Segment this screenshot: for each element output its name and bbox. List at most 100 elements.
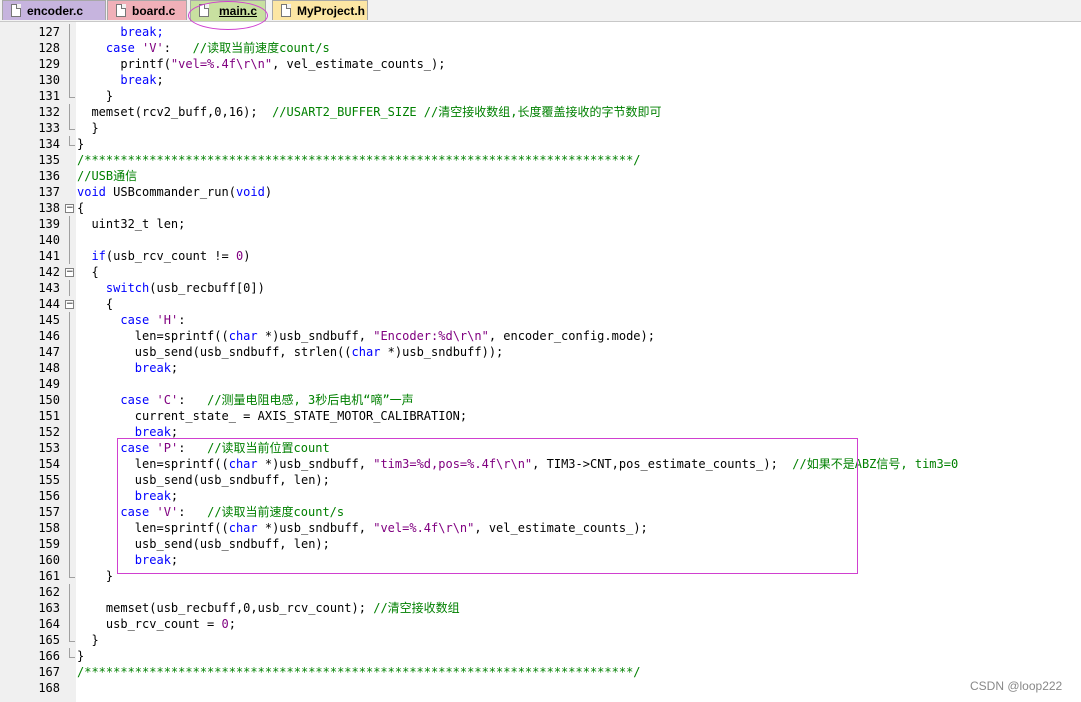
line-number: 130 [38, 73, 60, 87]
comment-token: //USART2_BUFFER_SIZE //清空接收数组,长度覆盖接收的字节数… [272, 105, 662, 119]
comment-token: //读取当前速度count/s [207, 505, 345, 519]
code-line: 164 usb_rcv_count = 0; [0, 616, 1081, 632]
line-number: 162 [38, 585, 60, 599]
code-token: , vel_estimate_counts_); [474, 521, 648, 535]
source-text: } [77, 120, 98, 136]
fold-guide-line [69, 552, 70, 568]
line-number: 156 [38, 489, 60, 503]
code-line: 153 case 'P': //读取当前位置count [0, 440, 1081, 456]
line-number: 149 [38, 377, 60, 391]
code-token: printf( [77, 57, 171, 71]
tab-encoder-c[interactable]: encoder.c [2, 0, 106, 20]
source-text: break; [77, 72, 163, 88]
fold-toggle-icon[interactable]: − [65, 300, 74, 309]
line-number: 138 [38, 201, 60, 215]
h-file-icon [281, 4, 291, 17]
source-text: { [77, 264, 98, 280]
code-token: } [77, 137, 85, 151]
line-number: 164 [38, 617, 60, 631]
code-token: } [77, 633, 99, 647]
source-text: len=sprintf((char *)usb_sndbuff, "tim3=%… [77, 456, 958, 472]
comment-token: //如果不是ABZ信号, tim3=0 [792, 457, 959, 471]
tab-myproject-h[interactable]: MyProject.h [272, 0, 368, 20]
line-number: 133 [38, 121, 60, 135]
code-token: ) [264, 185, 273, 199]
code-token: : [178, 441, 208, 455]
keyword-token: break; [77, 25, 164, 39]
code-line: 161 } [0, 568, 1081, 584]
line-number: 163 [38, 601, 60, 615]
code-token: : [178, 313, 186, 327]
line-number: 154 [38, 457, 60, 471]
fold-guide-line [69, 72, 70, 88]
fold-toggle-icon[interactable]: − [65, 204, 74, 213]
fold-guide-line [69, 344, 70, 360]
string-token: 'P' [156, 441, 179, 455]
code-token: : [163, 41, 193, 55]
string-token: "Encoder:%d\r\n" [373, 329, 489, 343]
code-token: len=sprintf(( [77, 457, 229, 471]
tab-main-c[interactable]: main.c [190, 0, 266, 21]
code-line: 127 break; [0, 24, 1081, 40]
code-token: { [77, 297, 114, 311]
code-token: , vel_estimate_counts_); [272, 57, 446, 71]
fold-guide-line [69, 104, 70, 120]
source-text: break; [77, 24, 164, 40]
tab-label: board.c [132, 4, 176, 18]
code-line: 163 memset(usb_recbuff,0,usb_rcv_count);… [0, 600, 1081, 616]
source-text: memset(usb_recbuff,0,usb_rcv_count); //清… [77, 600, 460, 616]
fold-guide-line [69, 616, 70, 632]
fold-guide-line [69, 584, 70, 600]
source-text: len=sprintf((char *)usb_sndbuff, "Encode… [77, 328, 655, 344]
fold-guide-line [69, 24, 70, 40]
keyword-token: char [351, 345, 381, 359]
line-number: 159 [38, 537, 60, 551]
code-token: : [178, 505, 208, 519]
code-token: ; [170, 425, 179, 439]
source-text: switch(usb_recbuff[0]) [77, 280, 265, 296]
keyword-token: void [77, 185, 106, 199]
line-number: 157 [38, 505, 60, 519]
line-number: 168 [38, 681, 60, 695]
fold-guide-line [69, 456, 70, 472]
tab-board-c[interactable]: board.c [107, 0, 187, 20]
fold-toggle-icon[interactable]: − [65, 268, 74, 277]
code-line: 167 /************************************… [0, 664, 1081, 680]
source-text: case 'V': //读取当前速度count/s [77, 40, 330, 56]
code-token: ; [170, 489, 179, 503]
keyword-token: case [120, 313, 150, 327]
comment-token: //清空接收数组 [373, 601, 460, 615]
code-token: memset(usb_recbuff,0,usb_rcv_count); [77, 601, 374, 615]
code-token: ; [170, 553, 179, 567]
keyword-token: void [235, 185, 265, 199]
code-token: usb_send(usb_sndbuff, len); [77, 473, 330, 487]
code-token: len=sprintf(( [77, 329, 229, 343]
code-line: 140 [0, 232, 1081, 248]
source-text: memset(rcv2_buff,0,16); //USART2_BUFFER_… [77, 104, 661, 120]
comment-token: //测量电阻电感, 3秒后电机“嘀”一声 [207, 393, 414, 407]
code-line: 151 current_state_ = AXIS_STATE_MOTOR_CA… [0, 408, 1081, 424]
keyword-token: char [228, 329, 258, 343]
comment-token: //USB通信 [77, 169, 138, 183]
comment-token: /***************************************… [77, 665, 641, 679]
source-text: case 'P': //读取当前位置count [77, 440, 329, 456]
fold-guide-line [69, 440, 70, 456]
line-number: 148 [38, 361, 60, 375]
source-text: case 'C': //测量电阻电感, 3秒后电机“嘀”一声 [77, 392, 414, 408]
source-text: break; [77, 488, 178, 504]
fold-guide-line [69, 248, 70, 264]
line-number: 166 [38, 649, 60, 663]
source-text: void USBcommander_run(void) [77, 184, 272, 200]
code-editor[interactable]: 127 break; 128 case 'V': //读取当前速度count/s 1… [0, 24, 1081, 696]
keyword-token: case [120, 505, 150, 519]
line-number: 128 [38, 41, 60, 55]
line-number: 132 [38, 105, 60, 119]
c-file-icon [11, 4, 21, 17]
tab-label: MyProject.h [297, 4, 366, 18]
source-text: case 'H': [77, 312, 185, 328]
